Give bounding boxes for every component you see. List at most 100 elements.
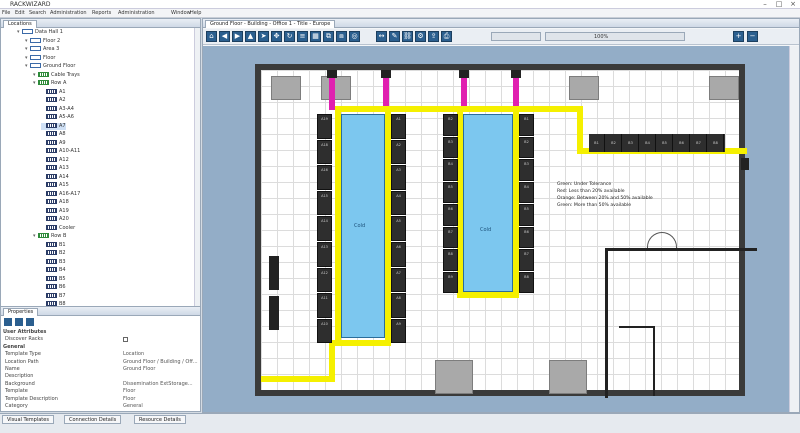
- close-icon[interactable]: ×: [786, 0, 800, 9]
- tab-connection-details[interactable]: Connection Details: [64, 415, 122, 424]
- cable-tray[interactable]: [577, 106, 583, 154]
- link-icon[interactable]: ⛓: [402, 31, 413, 42]
- rack-rack_labels_left[interactable]: A13: [317, 242, 332, 267]
- zoom-out-icon[interactable]: −: [747, 31, 758, 42]
- rack-rack_labels_b_right[interactable]: B7: [519, 249, 534, 271]
- up-icon[interactable]: ▲: [245, 31, 256, 42]
- rack-rack_labels_b_left[interactable]: B8: [443, 249, 458, 271]
- floor-plan[interactable]: Cold Cold A19 A18 A16 A15 A14 A13 A12 A11 A10 A1 A…: [255, 64, 757, 398]
- home-icon[interactable]: ⌂: [206, 31, 217, 42]
- floor-unit[interactable]: [435, 360, 473, 394]
- export-icon[interactable]: ⇪: [428, 31, 439, 42]
- side-unit[interactable]: [269, 256, 279, 290]
- tree-item[interactable]: A19: [41, 207, 69, 215]
- pdu-unit[interactable]: [511, 70, 521, 78]
- rack-rack_labels_right[interactable]: A1: [391, 114, 406, 139]
- tree-item[interactable]: A1: [41, 88, 66, 96]
- rack-rack_labels_b_right[interactable]: B5: [519, 204, 534, 226]
- property-value[interactable]: Ground Floor: [123, 366, 155, 373]
- rack-rack_labels_right[interactable]: A4: [391, 190, 406, 216]
- rack-rack_labels_b_right[interactable]: B1: [519, 114, 534, 136]
- door-icon[interactable]: [647, 232, 677, 248]
- tree-item[interactable]: B4: [41, 267, 66, 274]
- rack-rack_labels_b_left[interactable]: B5: [443, 181, 458, 203]
- tree-item[interactable]: A16-A17: [41, 190, 80, 198]
- cold-aisle-a[interactable]: Cold: [341, 114, 385, 338]
- tree-item[interactable]: B5: [41, 275, 66, 283]
- sort-icon[interactable]: [4, 318, 12, 326]
- tree-item[interactable]: ▾ Area 3: [25, 46, 59, 53]
- pdu-unit[interactable]: [459, 70, 469, 78]
- menu-file[interactable]: File: [2, 10, 10, 16]
- rack-rack_labels_b_right[interactable]: B3: [519, 159, 534, 181]
- tree-item[interactable]: Cooler: [41, 224, 75, 232]
- tree-item[interactable]: A5-A6: [41, 114, 74, 121]
- cable-tray[interactable]: [457, 292, 519, 298]
- property-value[interactable]: General: [123, 403, 143, 410]
- tree-item[interactable]: ▾ Floor 2: [25, 37, 60, 45]
- properties-tab[interactable]: Properties: [3, 308, 39, 316]
- property-value[interactable]: Floor: [123, 388, 135, 395]
- editor-tab[interactable]: Ground Floor - Building - Office 1 - Tit…: [205, 20, 336, 28]
- settings-icon[interactable]: ⚙: [415, 31, 426, 42]
- zoom-area-icon[interactable]: ◎: [349, 31, 360, 42]
- rack-top[interactable]: B5: [657, 134, 673, 152]
- tab-visual-templates[interactable]: Visual Templates: [2, 415, 54, 424]
- tree-item[interactable]: A2: [41, 97, 66, 104]
- print-icon[interactable]: ⎙: [441, 31, 452, 42]
- rack-top[interactable]: B7: [691, 134, 707, 152]
- rack-rack_labels_left[interactable]: A11: [317, 293, 332, 318]
- rack-rack_labels_right[interactable]: A9: [391, 318, 406, 344]
- floor-unit[interactable]: [549, 360, 587, 394]
- rack-top[interactable]: B6: [674, 134, 690, 152]
- minimize-icon[interactable]: –: [758, 0, 772, 9]
- wall-unit[interactable]: [709, 76, 739, 100]
- tree-item[interactable]: ▾ Row B: [33, 233, 66, 240]
- rack-top[interactable]: B1: [589, 134, 605, 152]
- rack-rack_labels_b_left[interactable]: B6: [443, 204, 458, 226]
- paste-icon[interactable]: ⧈: [336, 31, 347, 42]
- tree-item[interactable]: A3-A4: [41, 105, 74, 113]
- filter-icon[interactable]: [26, 318, 34, 326]
- canvas-scrollbar[interactable]: [789, 46, 799, 412]
- rack-rack_labels_b_left[interactable]: B9: [443, 271, 458, 293]
- menu-help[interactable]: Help: [190, 10, 201, 16]
- rack-rack_labels_b_right[interactable]: B2: [519, 136, 534, 158]
- locations-tab[interactable]: Locations: [3, 20, 37, 28]
- side-unit[interactable]: [269, 296, 279, 330]
- rack-rack_labels_b_right[interactable]: B8: [519, 271, 534, 293]
- rack-rack_labels_b_right[interactable]: B4: [519, 181, 534, 203]
- rack-top[interactable]: B2: [606, 134, 622, 152]
- rack-rack_labels_left[interactable]: A12: [317, 267, 332, 293]
- tree-item[interactable]: B7: [41, 292, 66, 300]
- rack-rack_labels_right[interactable]: A5: [391, 216, 406, 241]
- wall-unit[interactable]: [271, 76, 301, 100]
- rack-rack_labels_right[interactable]: A8: [391, 293, 406, 318]
- align-icon[interactable]: ≡: [297, 31, 308, 42]
- select-icon[interactable]: ➤: [258, 31, 269, 42]
- rack-rack_labels_left[interactable]: A19: [317, 114, 332, 139]
- tree-item[interactable]: A20: [41, 216, 69, 223]
- rack-rack_labels_b_left[interactable]: B3: [443, 136, 458, 158]
- zoom-in-icon[interactable]: +: [733, 31, 744, 42]
- tree-item[interactable]: ▾ Floor: [25, 54, 55, 62]
- rack-rack_labels_b_right[interactable]: B6: [519, 226, 534, 248]
- tab-resource-details[interactable]: Resource Details: [134, 415, 186, 424]
- cable-tray[interactable]: [335, 340, 391, 346]
- tree-item[interactable]: A18: [41, 199, 69, 206]
- categories-icon[interactable]: [15, 318, 23, 326]
- zoom-select[interactable]: 100%: [545, 32, 685, 41]
- tree-item[interactable]: B1: [41, 241, 66, 249]
- back-icon[interactable]: ◀: [219, 31, 230, 42]
- rack-rack_labels_left[interactable]: A16: [317, 165, 332, 190]
- rack-rack_labels_b_left[interactable]: B2: [443, 114, 458, 136]
- pdu-unit[interactable]: [381, 70, 391, 78]
- grid-icon[interactable]: ▦: [310, 31, 321, 42]
- rack-rack_labels_right[interactable]: A2: [391, 139, 406, 165]
- property-value[interactable]: Floor: [123, 396, 135, 403]
- rack-top[interactable]: B4: [640, 134, 656, 152]
- wall-unit[interactable]: [569, 76, 599, 100]
- pdu-unit[interactable]: [327, 70, 337, 78]
- rack-rack_labels_b_left[interactable]: B4: [443, 159, 458, 181]
- property-value[interactable]: Ground Floor / Building / Off...: [123, 359, 198, 366]
